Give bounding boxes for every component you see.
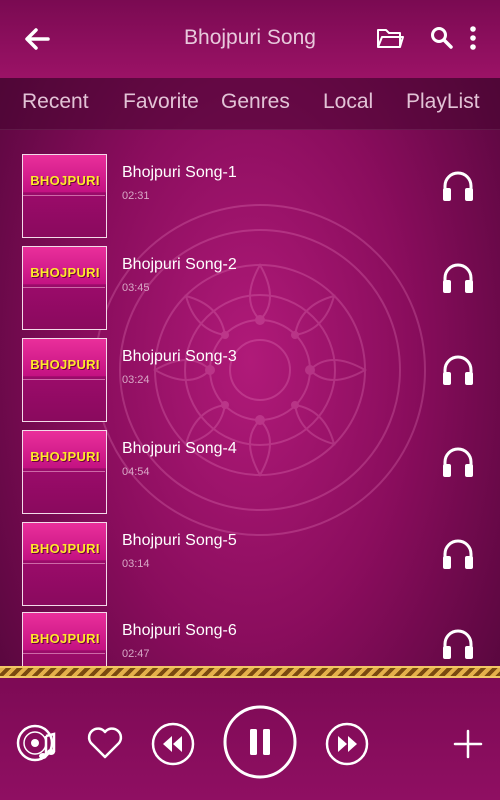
- song-title: Bhojpuri Song-1: [122, 164, 237, 181]
- thumbnail-divider: [23, 195, 105, 196]
- headphones-icon[interactable]: [440, 168, 476, 204]
- heart-icon[interactable]: [87, 726, 123, 760]
- song-row[interactable]: BHOJPURI Bhojpuri Song-5 03:14: [0, 516, 500, 606]
- song-thumbnail: BHOJPURI: [22, 430, 107, 514]
- thumbnail-logo-text: BHOJPURI: [30, 265, 100, 280]
- song-row[interactable]: BHOJPURI Bhojpuri Song-4 04:54: [0, 424, 500, 514]
- tab-recent[interactable]: Recent: [22, 90, 89, 114]
- song-title: Bhojpuri Song-5: [122, 532, 237, 549]
- tab-local[interactable]: Local: [323, 90, 373, 114]
- thumbnail-divider: [23, 653, 105, 654]
- song-thumbnail: BHOJPURI: [22, 522, 107, 606]
- song-thumbnail: BHOJPURI: [22, 338, 107, 422]
- song-duration: 02:47: [122, 648, 150, 660]
- tab-genres[interactable]: Genres: [221, 90, 290, 114]
- thumbnail-logo-text: BHOJPURI: [30, 449, 100, 464]
- decorative-border: [0, 666, 500, 678]
- thumbnail-logo-text: BHOJPURI: [30, 631, 100, 646]
- more-vertical-icon[interactable]: [466, 24, 480, 52]
- song-thumbnail: BHOJPURI: [22, 246, 107, 330]
- song-row[interactable]: BHOJPURI Bhojpuri Song-2 03:45: [0, 240, 500, 330]
- song-duration: 04:54: [122, 466, 150, 478]
- song-duration: 03:24: [122, 374, 150, 386]
- song-row[interactable]: BHOJPURI Bhojpuri Song-1 02:31: [0, 148, 500, 238]
- thumbnail-logo-text: BHOJPURI: [30, 357, 100, 372]
- player-bar: [0, 678, 500, 800]
- song-title: Bhojpuri Song-4: [122, 440, 237, 457]
- song-title: Bhojpuri Song-2: [122, 256, 237, 273]
- headphones-icon[interactable]: [440, 626, 476, 662]
- song-duration: 03:14: [122, 558, 150, 570]
- headphones-icon[interactable]: [440, 352, 476, 388]
- folder-icon[interactable]: [376, 25, 404, 51]
- song-title: Bhojpuri Song-3: [122, 348, 237, 365]
- song-thumbnail: BHOJPURI: [22, 612, 107, 666]
- rewind-icon[interactable]: [151, 722, 195, 766]
- page-title: Bhojpuri Song: [184, 26, 316, 49]
- headphones-icon[interactable]: [440, 536, 476, 572]
- headphones-icon[interactable]: [440, 444, 476, 480]
- song-duration: 02:31: [122, 190, 150, 202]
- thumbnail-logo-text: BHOJPURI: [30, 173, 100, 188]
- thumbnail-divider: [23, 379, 105, 380]
- music-disc-icon[interactable]: [16, 722, 58, 764]
- song-list: BHOJPURI Bhojpuri Song-1 02:31 BHOJPURI …: [0, 148, 500, 666]
- tab-favorite[interactable]: Favorite: [123, 90, 199, 114]
- category-tabs: Recent Favorite Genres Local PlayList: [0, 78, 500, 130]
- thumbnail-divider: [23, 471, 105, 472]
- song-thumbnail: BHOJPURI: [22, 154, 107, 238]
- song-title: Bhojpuri Song-6: [122, 622, 237, 639]
- song-row[interactable]: BHOJPURI Bhojpuri Song-6 02:47: [0, 606, 500, 666]
- app-header: Bhojpuri Song: [0, 0, 500, 78]
- search-icon[interactable]: [430, 25, 454, 51]
- thumbnail-divider: [23, 287, 105, 288]
- back-arrow-icon[interactable]: [22, 24, 52, 54]
- thumbnail-divider: [23, 563, 105, 564]
- song-row[interactable]: BHOJPURI Bhojpuri Song-3 03:24: [0, 332, 500, 422]
- thumbnail-logo-text: BHOJPURI: [30, 541, 100, 556]
- tab-playlist[interactable]: PlayList: [406, 90, 480, 114]
- fast-forward-icon[interactable]: [325, 722, 369, 766]
- plus-icon[interactable]: [452, 728, 484, 760]
- pause-icon[interactable]: [222, 704, 298, 780]
- song-duration: 03:45: [122, 282, 150, 294]
- headphones-icon[interactable]: [440, 260, 476, 296]
